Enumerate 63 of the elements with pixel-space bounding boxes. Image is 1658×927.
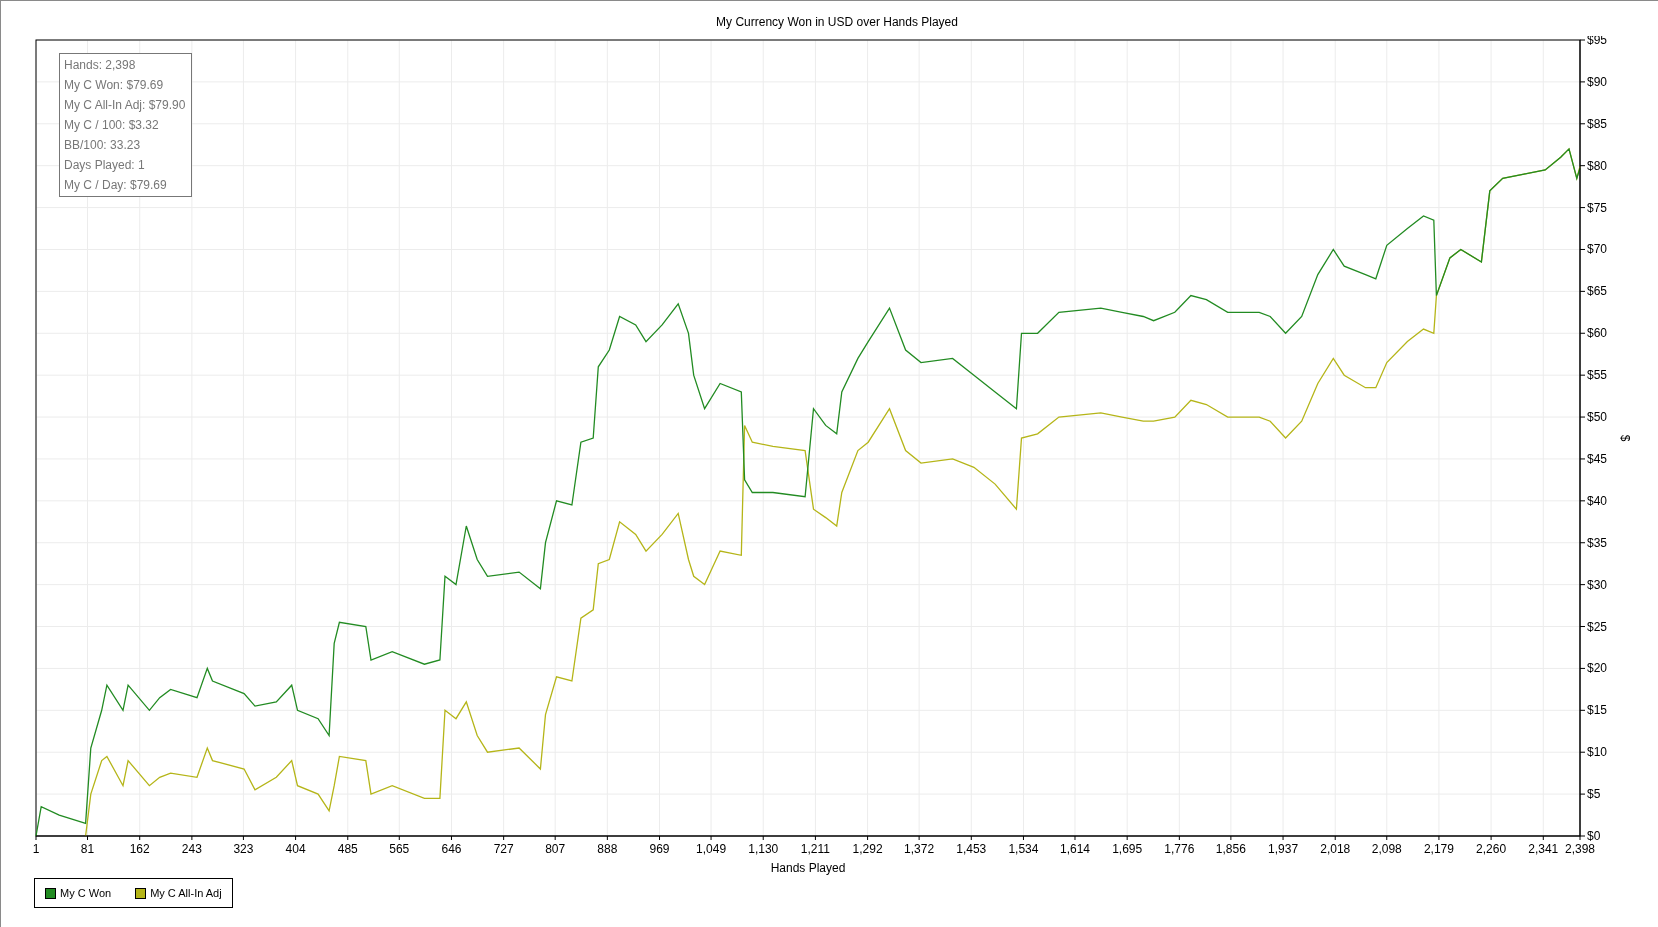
tick-label: $40 bbox=[1587, 493, 1608, 508]
tick-label: 1,695 bbox=[1112, 842, 1143, 856]
tick-label: $80 bbox=[1587, 158, 1608, 173]
tick-label: 1,372 bbox=[904, 842, 935, 856]
tick-label: 565 bbox=[389, 842, 410, 856]
stat-text: My C Won: $79.69 bbox=[64, 78, 165, 92]
tick-label: 1,856 bbox=[1215, 842, 1246, 856]
tick-label: $25 bbox=[1587, 619, 1608, 634]
tick-label: 646 bbox=[441, 842, 462, 856]
tick-label: 969 bbox=[649, 842, 670, 856]
tick-label: $45 bbox=[1587, 451, 1608, 466]
tick-label: 243 bbox=[181, 842, 202, 856]
tick-label: $85 bbox=[1587, 116, 1608, 131]
tick-label: 1,292 bbox=[852, 842, 883, 856]
tick-label: $35 bbox=[1587, 535, 1608, 550]
tick-label: 2,341 bbox=[1528, 842, 1559, 856]
legend-label: My C Won bbox=[60, 887, 112, 899]
tick-label: $95 bbox=[1587, 36, 1608, 47]
stat-text: Days Played: 1 bbox=[64, 158, 146, 172]
tick-label: 1,211 bbox=[800, 842, 830, 856]
tick-label: 1,776 bbox=[1164, 842, 1195, 856]
tick-label: $10 bbox=[1587, 745, 1608, 760]
tick-label: 807 bbox=[545, 842, 566, 856]
tick-label: 2,398 bbox=[1565, 842, 1595, 856]
tick-label: 1,534 bbox=[1008, 842, 1039, 856]
tick-label: $70 bbox=[1587, 242, 1608, 257]
tick-label: $75 bbox=[1587, 200, 1608, 215]
tick-label: 1,130 bbox=[748, 842, 779, 856]
tick-label: 2,179 bbox=[1423, 842, 1454, 856]
tick-label: $55 bbox=[1587, 368, 1608, 383]
tick-label: 2,260 bbox=[1476, 842, 1507, 856]
legend-label: My C All-In Adj bbox=[150, 887, 222, 899]
tick-label: $5 bbox=[1587, 787, 1601, 802]
tick-label: 2,018 bbox=[1320, 842, 1351, 856]
tick-label: 1 bbox=[32, 842, 40, 856]
stat-text: My C / Day: $79.69 bbox=[64, 178, 168, 192]
axis-title: $ bbox=[1618, 434, 1632, 442]
tick-label: 1,614 bbox=[1060, 842, 1090, 856]
tick-label: $15 bbox=[1587, 703, 1608, 718]
stat-text: My C All-In Adj: $79.90 bbox=[64, 98, 186, 112]
stat-text: Hands: 2,398 bbox=[64, 58, 137, 72]
tick-label: $30 bbox=[1587, 577, 1608, 592]
stat-text: BB/100: 33.23 bbox=[64, 138, 142, 152]
tick-label: 727 bbox=[493, 842, 514, 856]
tick-label: 1,049 bbox=[696, 842, 727, 856]
axis-title: Hands Played bbox=[770, 861, 846, 875]
tick-label: 888 bbox=[597, 842, 618, 856]
tick-label: 162 bbox=[129, 842, 150, 856]
chart-title: My Currency Won in USD over Hands Played bbox=[716, 15, 958, 29]
tick-label: 323 bbox=[233, 842, 254, 856]
tick-label: 81 bbox=[80, 842, 95, 856]
tick-label: $0 bbox=[1587, 829, 1601, 843]
tick-label: 485 bbox=[337, 842, 358, 856]
tick-label: 2,098 bbox=[1371, 842, 1402, 856]
stat-text: My C / 100: $3.32 bbox=[64, 118, 160, 132]
tick-label: 1,453 bbox=[956, 842, 987, 856]
tick-label: $50 bbox=[1587, 410, 1608, 425]
tick-label: $90 bbox=[1587, 74, 1608, 89]
tick-label: $65 bbox=[1587, 284, 1608, 299]
tick-label: $20 bbox=[1587, 661, 1608, 676]
tick-label: 404 bbox=[285, 842, 306, 856]
tick-label: 1,937 bbox=[1268, 842, 1299, 856]
tick-label: $60 bbox=[1587, 326, 1608, 341]
